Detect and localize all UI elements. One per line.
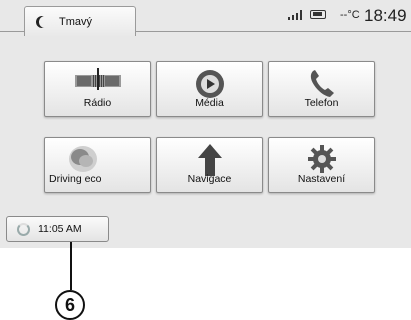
theme-tab[interactable]: Tmavý [24, 6, 136, 36]
radio-icon [74, 68, 121, 90]
tile-radio-label: Rádio [83, 97, 112, 109]
loading-icon [17, 222, 30, 236]
tile-media-label: Média [195, 97, 224, 109]
tile-navigation[interactable]: Navigace [156, 137, 263, 193]
tile-navigation-label: Navigace [187, 173, 232, 185]
tile-phone[interactable]: Telefon [268, 61, 375, 117]
phone-icon [310, 70, 334, 97]
signal-icon [288, 10, 302, 20]
eco-leaf-icon [68, 146, 97, 172]
navigation-arrow-icon [197, 144, 222, 176]
tile-driving-eco[interactable]: Driving eco [44, 137, 151, 193]
time-tab-label: 11:05 AM [38, 223, 82, 235]
tile-media[interactable]: Média [156, 61, 263, 117]
tile-driving-eco-label: Driving eco [49, 173, 102, 185]
theme-tab-label: Tmavý [59, 15, 92, 28]
tile-settings[interactable]: Nastavení [268, 137, 375, 193]
clock: 18:49 [364, 6, 407, 25]
moon-icon [39, 16, 51, 28]
tile-phone-label: Telefon [304, 97, 339, 109]
gear-icon [307, 145, 336, 173]
callout-number: 6 [55, 290, 85, 320]
media-play-icon [195, 70, 224, 98]
tile-radio[interactable]: Rádio [44, 61, 151, 117]
callout-line [70, 242, 72, 290]
time-tab[interactable]: 11:05 AM [6, 216, 109, 242]
battery-icon [310, 10, 326, 19]
tile-settings-label: Nastavení [297, 173, 346, 185]
screen: Tmavý --°C 18:49 Rádio Média Telefon Dri… [0, 0, 411, 248]
temperature: --°C [340, 9, 360, 21]
